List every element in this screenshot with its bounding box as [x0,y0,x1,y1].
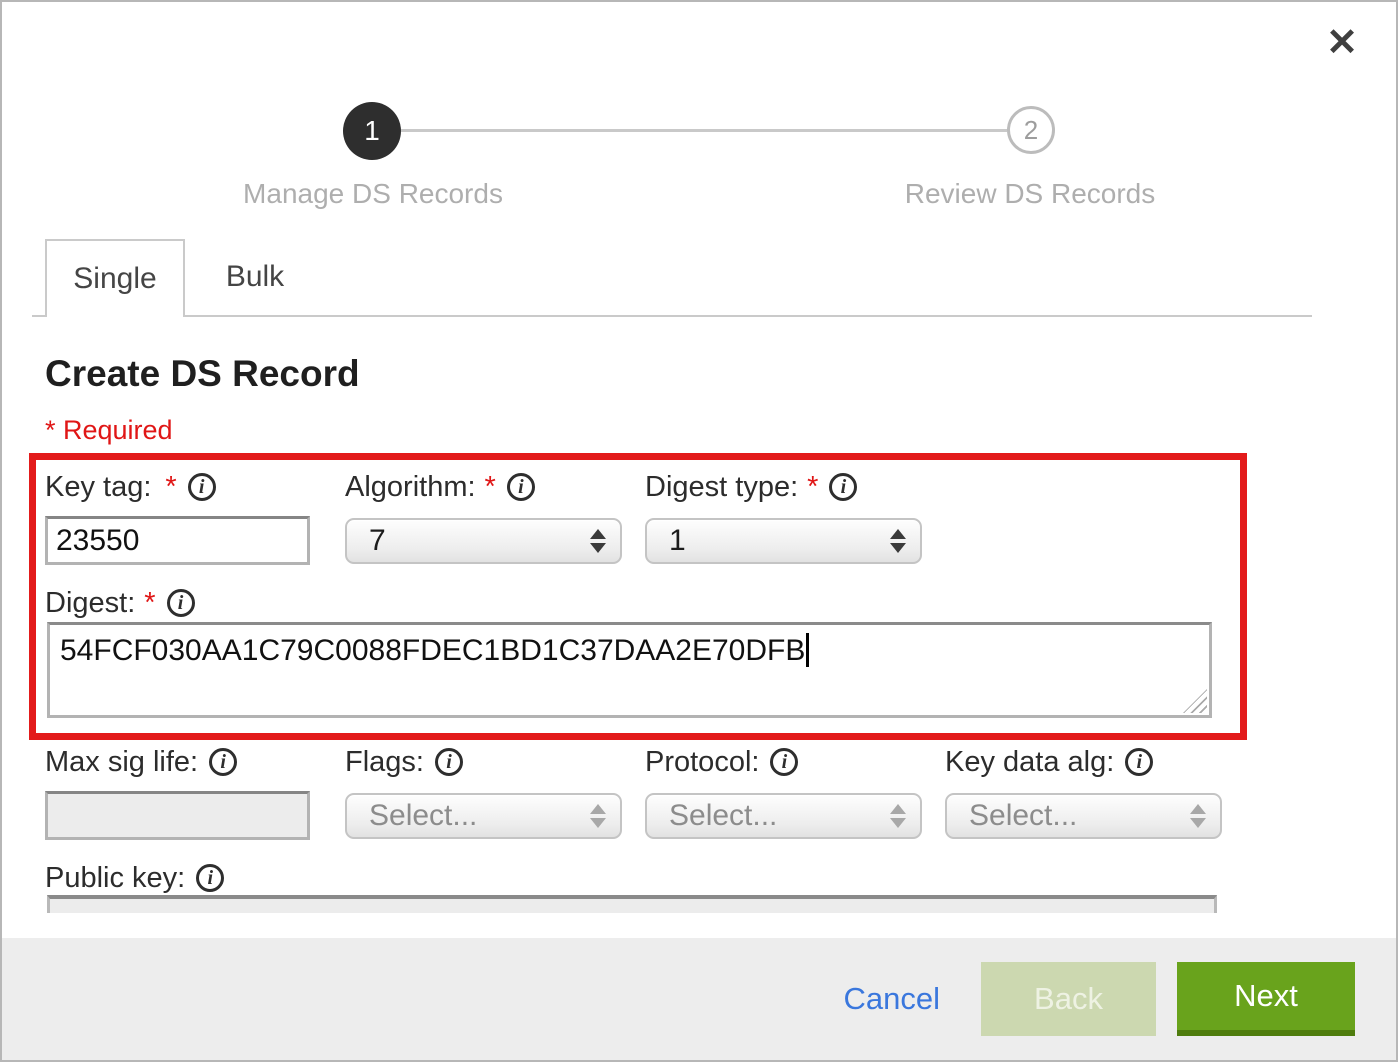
info-icon[interactable]: i [507,473,535,501]
algorithm-selected-value: 7 [369,524,386,558]
step-2-circle: 2 [1007,106,1055,154]
max-sig-life-input[interactable] [45,791,310,840]
flags-field-group: Flags: i Select... [345,744,622,839]
digest-type-field-group: Digest type: * i 1 [645,469,922,564]
required-asterisk: * [144,587,155,620]
required-asterisk: * [485,471,496,504]
key-tag-label-text: Key tag: [45,471,151,504]
tab-bulk[interactable]: Bulk [185,239,325,315]
flags-label-text: Flags: [345,746,424,779]
public-key-label: Public key: i [45,860,224,896]
max-sig-life-label: Max sig life: i [45,744,310,780]
stepper-connector [401,129,1007,132]
public-key-field-group: Public key: i [45,860,224,896]
required-note: * Required [45,415,173,446]
info-icon[interactable]: i [209,748,237,776]
flags-placeholder: Select... [369,799,477,833]
dialog-footer: Cancel Back Next [2,938,1396,1060]
digest-type-select[interactable]: 1 [645,518,922,564]
key-data-alg-label-text: Key data alg: [945,746,1114,779]
back-button[interactable]: Back [981,962,1156,1036]
digest-field-group: Digest: * i [45,585,195,621]
select-arrows-icon [590,529,606,553]
algorithm-select[interactable]: 7 [345,518,622,564]
required-asterisk: * [165,471,176,504]
protocol-label: Protocol: i [645,744,922,780]
key-data-alg-field-group: Key data alg: i Select... [945,744,1222,839]
digest-label-text: Digest: [45,587,135,620]
select-arrows-icon [1190,804,1206,828]
key-tag-field-group: Key tag: * i [45,469,310,565]
protocol-placeholder: Select... [669,799,777,833]
algorithm-label-text: Algorithm: [345,471,476,504]
info-icon[interactable]: i [829,473,857,501]
max-sig-life-label-text: Max sig life: [45,746,198,779]
public-key-textarea[interactable] [47,895,1217,913]
text-caret [806,633,809,667]
digest-textarea[interactable]: 54FCF030AA1C79C0088FDEC1BD1C37DAA2E70DFB [47,622,1212,718]
select-arrows-icon [890,529,906,553]
info-icon[interactable]: i [770,748,798,776]
protocol-select[interactable]: Select... [645,793,922,839]
algorithm-field-group: Algorithm: * i 7 [345,469,622,564]
page-title: Create DS Record [45,353,360,395]
public-key-label-text: Public key: [45,862,185,895]
algorithm-label: Algorithm: * i [345,469,622,505]
protocol-field-group: Protocol: i Select... [645,744,922,839]
cancel-button[interactable]: Cancel [844,981,941,1017]
info-icon[interactable]: i [167,589,195,617]
info-icon[interactable]: i [1125,748,1153,776]
select-arrows-icon [890,804,906,828]
info-icon[interactable]: i [196,864,224,892]
tab-single[interactable]: Single [45,239,185,317]
key-tag-label: Key tag: * i [45,469,310,505]
required-asterisk: * [807,471,818,504]
resize-handle-icon[interactable] [1183,689,1207,713]
key-tag-input[interactable] [45,516,310,565]
step-1-label: Manage DS Records [243,178,503,210]
key-data-alg-placeholder: Select... [969,799,1077,833]
digest-type-selected-value: 1 [669,524,686,558]
select-arrows-icon [590,804,606,828]
next-button[interactable]: Next [1177,962,1355,1036]
info-icon[interactable]: i [435,748,463,776]
flags-label: Flags: i [345,744,622,780]
max-sig-life-field-group: Max sig life: i [45,744,310,840]
close-icon[interactable]: ✕ [1326,24,1358,62]
digest-value: 54FCF030AA1C79C0088FDEC1BD1C37DAA2E70DFB [60,634,805,667]
create-ds-record-dialog: ✕ 1 2 Manage DS Records Review DS Record… [0,0,1398,1062]
key-data-alg-label: Key data alg: i [945,744,1222,780]
tab-bar: Single Bulk [32,239,1312,317]
digest-type-label: Digest type: * i [645,469,922,505]
step-1-circle: 1 [343,102,401,160]
info-icon[interactable]: i [188,473,216,501]
flags-select[interactable]: Select... [345,793,622,839]
digest-type-label-text: Digest type: [645,471,798,504]
step-2-label: Review DS Records [900,178,1160,210]
protocol-label-text: Protocol: [645,746,759,779]
digest-label: Digest: * i [45,585,195,621]
key-data-alg-select[interactable]: Select... [945,793,1222,839]
